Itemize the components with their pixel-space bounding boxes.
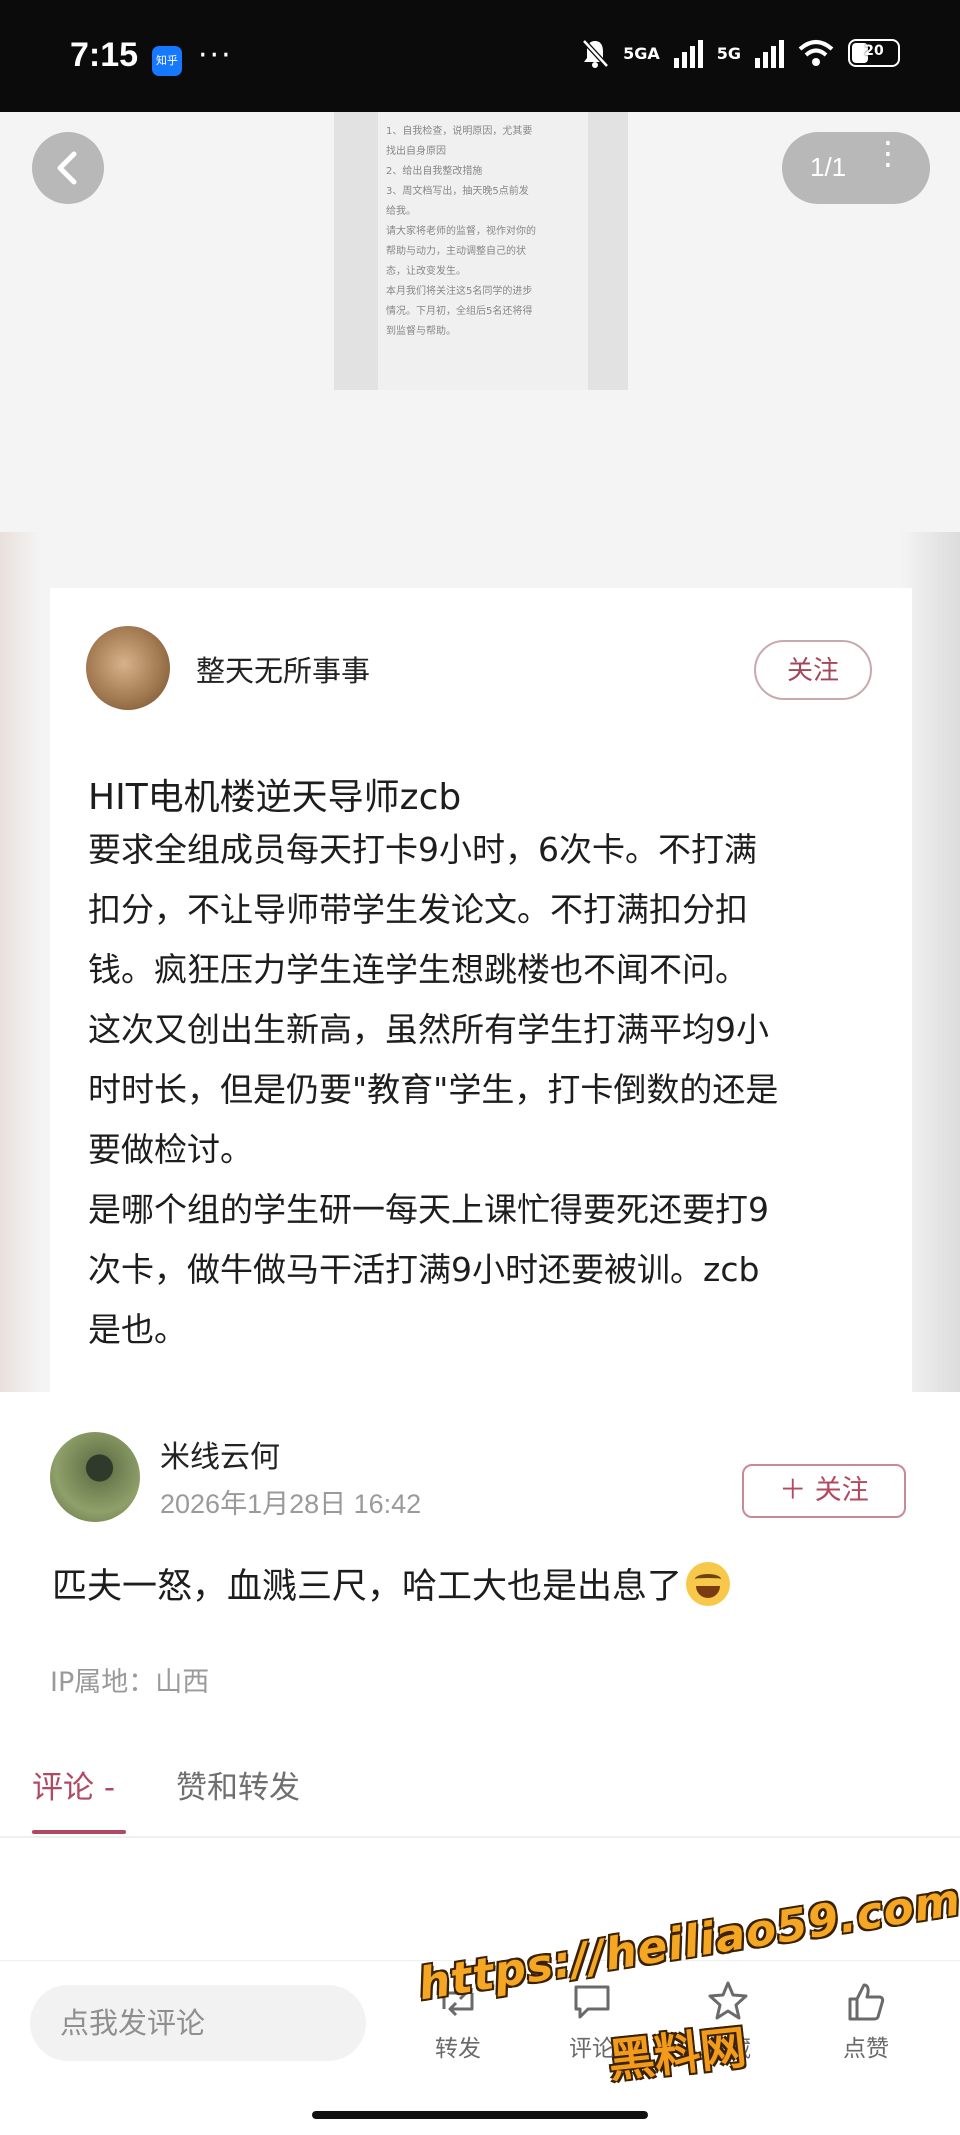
laughing-tears-emoji-icon: [686, 1562, 731, 1606]
status-bar: 7:15 知乎 ··· 5GA 5G 20: [0, 0, 960, 112]
post-body-line: 时时长，但是仍要"教育"学生，打卡倒数的还是: [88, 1070, 779, 1109]
post-body-line: 是也。: [88, 1310, 187, 1349]
comment-follow-button[interactable]: ＋ 关注: [742, 1464, 906, 1518]
screenshot-line: 请大家将老师的监督，视作对你的: [386, 226, 536, 237]
post-follow-button[interactable]: 关注: [754, 640, 872, 700]
home-indicator[interactable]: [312, 2111, 648, 2119]
comment-text: 匹夫一怒，血溅三尺，哈工大也是出息了: [52, 1558, 731, 1609]
screenshot-line: 态，让改变发生。: [386, 266, 466, 277]
screenshot-line: 找出自身原因: [386, 146, 446, 157]
page-counter: 1/1: [810, 152, 847, 182]
tab-likes-reposts[interactable]: 赞和转发: [176, 1762, 300, 1807]
post-body-line: 扣分，不让导师带学生发论文。不打满扣分扣: [88, 890, 748, 929]
like-button[interactable]: 点赞: [816, 1979, 916, 2063]
screenshot-line: 给我。: [386, 206, 416, 217]
comment-text-content: 匹夫一怒，血溅三尺，哈工大也是出息了: [52, 1567, 683, 1607]
comment-item: 米线云何 2026年1月28日 16:42 ＋ 关注 匹夫一怒，血溅三尺，哈工大…: [0, 1392, 960, 1712]
network-5g-label: 5G: [716, 43, 741, 63]
post-body-line: 要求全组成员每天打卡9小时，6次卡。不打满: [88, 830, 757, 869]
status-more-icon: ···: [198, 38, 233, 73]
wifi-icon: [798, 40, 834, 66]
post-body-line: 钱。疯狂压力学生连学生想跳楼也不闻不问。: [88, 950, 748, 989]
screenshot-line: 2、给出自我整改措施: [386, 166, 483, 177]
chevron-left-icon: [57, 151, 77, 185]
comment-tabs: 评论 - 赞和转发: [0, 1752, 960, 1838]
post-title: HIT电机楼逆天导师zcb: [88, 777, 462, 818]
tab-comments[interactable]: 评论 -: [32, 1762, 115, 1807]
active-tab-indicator: [32, 1830, 126, 1834]
blurred-edge-left: [0, 532, 40, 1392]
status-indicators: 5GA 5G 20: [581, 38, 900, 68]
post-body-line: 要做检讨。: [88, 1130, 253, 1169]
zhihu-app-icon: 知乎: [152, 46, 182, 76]
signal-icon: [673, 38, 703, 68]
post-body-line: 这次又创出生新高，虽然所有学生打满平均9小: [88, 1010, 769, 1049]
screenshot-line: 1、自我检查，说明原因，尤其要: [386, 126, 533, 137]
network-5ga-label: 5GA: [623, 43, 660, 63]
post-body-line: 次卡，做牛做马干活打满9小时还要被训。zcb: [88, 1250, 760, 1289]
screenshot-line: 情况。下月初，全组后5名还将得: [386, 306, 533, 317]
like-label: 点赞: [843, 2036, 889, 2062]
status-time: 7:15: [70, 36, 139, 74]
more-vertical-icon[interactable]: ⋮: [872, 137, 904, 169]
screenshot-line: 帮助与动力，主动调整自己的状: [386, 246, 526, 257]
screenshot-thumbnail: 1、自我检查，说明原因，尤其要 找出自身原因 2、给出自我整改措施 3、周文档写…: [334, 112, 628, 390]
repost-label: 转发: [435, 2036, 481, 2062]
post-body-line: 是哪个组的学生研一每天上课忙得要死还要打9: [88, 1190, 769, 1229]
screenshot-line: 3、周文档写出，抽天晚5点前发: [386, 186, 529, 197]
image-viewer[interactable]: 1、自我检查，说明原因，尤其要 找出自身原因 2、给出自我整改措施 3、周文档写…: [0, 112, 960, 1392]
screenshot-line: 到监督与帮助。: [386, 326, 456, 337]
post-body: 要求全组成员每天打卡9小时，6次卡。不打满 扣分，不让导师带学生发论文。不打满扣…: [88, 820, 908, 1360]
page-counter-pill[interactable]: 1/1 ⋮: [782, 132, 930, 204]
post-author-avatar[interactable]: [86, 626, 170, 710]
screenshot-line: 本月我们将关注这5名同学的进步: [386, 286, 533, 297]
battery-level: 20: [864, 43, 884, 59]
thumbs-up-icon: [848, 1983, 885, 2021]
back-button[interactable]: [32, 132, 104, 204]
comment-input[interactable]: 点我发评论: [30, 1985, 366, 2061]
comment-timestamp: 2026年1月28日 16:42: [160, 1489, 422, 1519]
post-author-name[interactable]: 整天无所事事: [196, 648, 370, 690]
mute-bell-icon: [582, 39, 609, 68]
commenter-avatar[interactable]: [50, 1432, 140, 1522]
battery-icon: 20: [848, 39, 900, 67]
signal-icon-2: [755, 38, 784, 68]
commenter-name[interactable]: 米线云何: [160, 1432, 280, 1476]
post-card: 整天无所事事 关注 HIT电机楼逆天导师zcb 要求全组成员每天打卡9小时，6次…: [50, 588, 912, 1392]
ip-location: IP属地：山西: [50, 1667, 210, 1698]
